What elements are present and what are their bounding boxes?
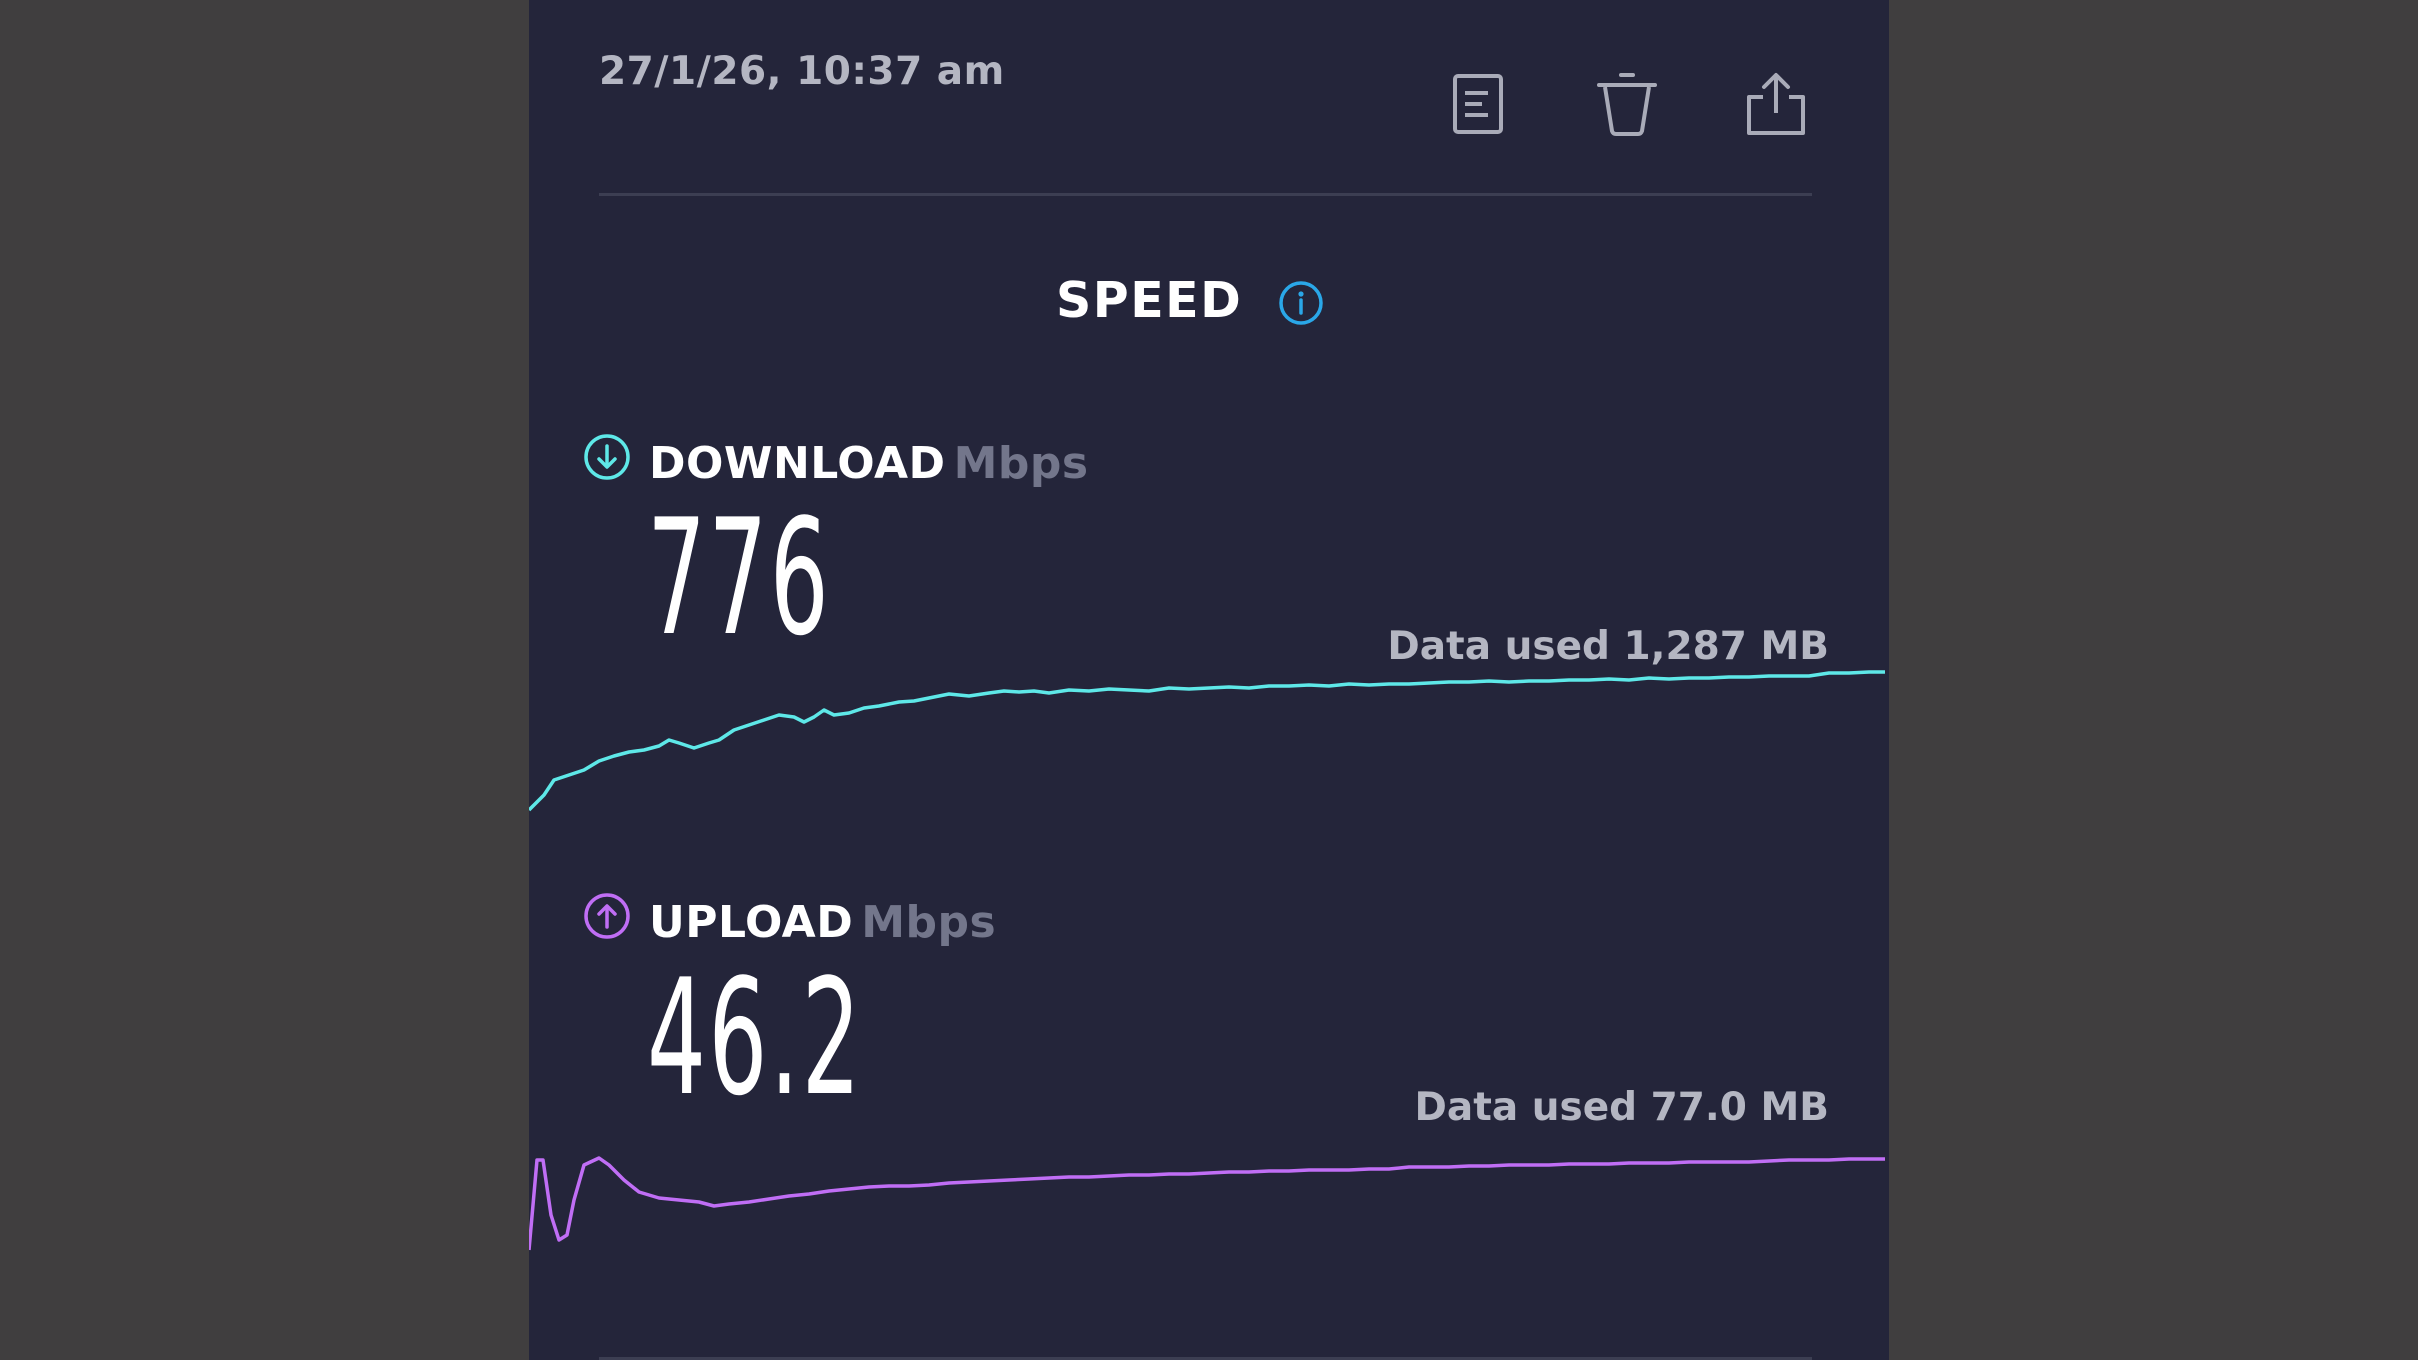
result-timestamp: 27/1/26, 10:37 am: [599, 49, 1005, 94]
download-speed-graph: [529, 670, 1885, 812]
document-icon: [1453, 74, 1503, 134]
download-graph-line: [529, 670, 1885, 812]
info-icon[interactable]: [1278, 280, 1324, 326]
download-arrow-icon: [584, 434, 630, 480]
speed-result-panel: 27/1/26, 10:37 am SPEED DOWNLOAD Mbps 77…: [529, 0, 1889, 1360]
download-label: DOWNLOAD Mbps: [649, 442, 1089, 486]
share-icon: [1747, 73, 1805, 135]
trash-icon: [1597, 73, 1657, 136]
delete-button[interactable]: [1589, 66, 1665, 142]
download-speed-value: 776: [647, 484, 832, 671]
upload-label: UPLOAD Mbps: [649, 901, 996, 945]
upload-speed-graph: [529, 1156, 1885, 1251]
share-button[interactable]: [1738, 66, 1814, 142]
upload-graph-line: [529, 1156, 1885, 1251]
details-button[interactable]: [1440, 66, 1516, 142]
header-divider: [599, 193, 1812, 196]
upload-label-text: UPLOAD: [649, 897, 854, 948]
upload-unit: Mbps: [861, 897, 997, 948]
upload-arrow-icon: [584, 893, 630, 939]
upload-speed-value: 46.2: [647, 944, 863, 1131]
download-label-text: DOWNLOAD: [649, 438, 946, 489]
speed-section-title: SPEED: [1056, 272, 1243, 329]
download-unit: Mbps: [953, 438, 1089, 489]
